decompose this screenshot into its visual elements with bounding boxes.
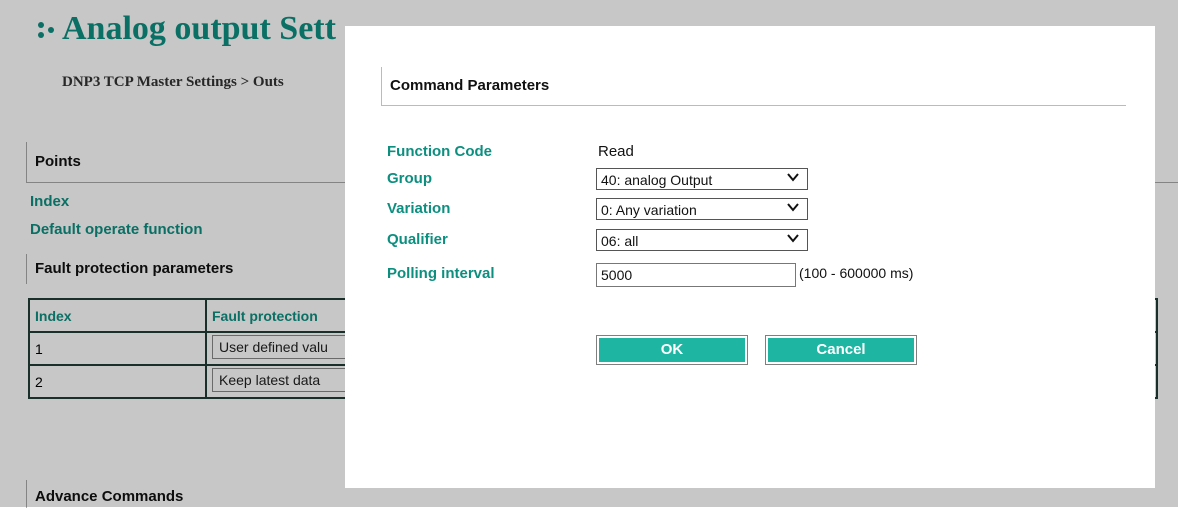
polling-interval-range: (100 - 600000 ms) <box>799 265 914 281</box>
variation-label: Variation <box>387 200 451 217</box>
ok-button[interactable]: OK <box>596 335 748 365</box>
qualifier-label: Qualifier <box>387 231 448 248</box>
group-select[interactable]: 40: analog Output <box>596 168 808 190</box>
variation-select-value: 0: Any variation <box>601 202 697 218</box>
function-code-value: Read <box>598 143 634 160</box>
function-code-label: Function Code <box>387 143 492 160</box>
cancel-button[interactable]: Cancel <box>765 335 917 365</box>
chevron-down-icon <box>787 173 799 182</box>
chevron-down-icon <box>787 203 799 212</box>
command-parameters-dialog: Command Parameters Function Code Read Gr… <box>345 26 1155 488</box>
dialog-title: Command Parameters <box>381 67 1126 106</box>
polling-interval-input[interactable]: 5000 <box>596 263 796 287</box>
chevron-down-icon <box>787 234 799 243</box>
variation-select[interactable]: 0: Any variation <box>596 198 808 220</box>
group-label: Group <box>387 170 432 187</box>
qualifier-select-value: 06: all <box>601 233 639 249</box>
qualifier-select[interactable]: 06: all <box>596 229 808 251</box>
group-select-value: 40: analog Output <box>601 172 713 188</box>
polling-interval-label: Polling interval <box>387 265 495 282</box>
